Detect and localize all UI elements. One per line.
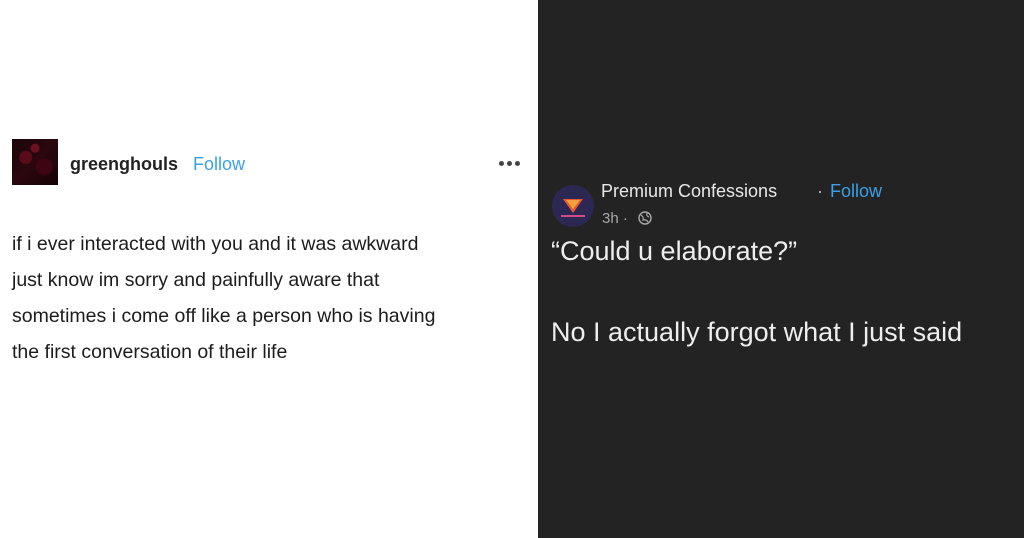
page-avatar[interactable] xyxy=(552,185,594,227)
post-text-line: “Could u elaborate?” xyxy=(551,236,798,266)
post-text-line: No I actually forgot what I just said xyxy=(551,317,963,347)
tumblr-username[interactable]: greenghouls xyxy=(70,154,178,175)
facebook-post-panel xyxy=(538,0,1024,538)
tumblr-body-line: sometimes i come off like a person who i… xyxy=(12,305,436,327)
tumblr-body-line: just know im sorry and painfully aware t… xyxy=(12,269,380,291)
globe-icon xyxy=(638,211,652,225)
tumblr-body-line: if i ever interacted with you and it was… xyxy=(12,233,419,255)
tumblr-avatar[interactable] xyxy=(12,139,58,185)
facebook-follow-button[interactable]: Follow xyxy=(830,181,882,202)
tumblr-post-body: if i ever interacted with you and it was… xyxy=(12,226,527,370)
name-separator: · xyxy=(817,181,823,201)
page-name[interactable]: Premium Confessions xyxy=(601,181,777,202)
more-dots-icon[interactable] xyxy=(496,152,524,172)
tumblr-follow-button[interactable]: Follow xyxy=(193,154,245,175)
post-timestamp[interactable]: 3h · xyxy=(602,210,628,227)
tumblr-body-line: the first conversation of their life xyxy=(12,341,288,363)
